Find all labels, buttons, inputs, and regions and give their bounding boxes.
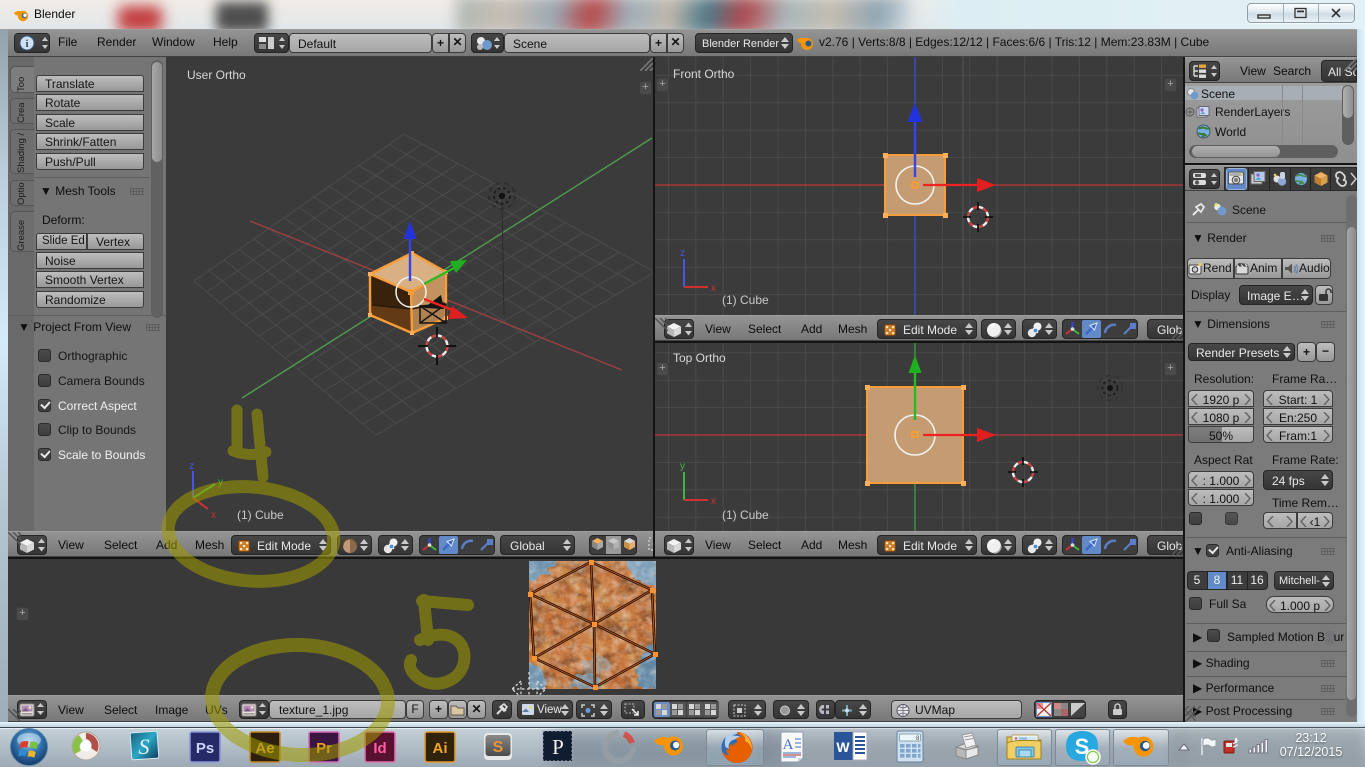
svg-text:x: x <box>711 283 716 294</box>
svg-text:x: x <box>211 510 216 521</box>
svg-text:Ps: Ps <box>196 740 214 757</box>
svg-text:y: y <box>218 477 223 488</box>
svg-text:z: z <box>189 461 194 472</box>
svg-text:P: P <box>552 735 564 759</box>
svg-text:y: y <box>680 461 685 472</box>
svg-text:W: W <box>836 739 850 755</box>
svg-text:Pr: Pr <box>316 740 332 757</box>
svg-text:S: S <box>139 734 150 759</box>
svg-text:i: i <box>25 38 28 50</box>
svg-text:Ai: Ai <box>433 740 448 757</box>
svg-text:A: A <box>783 737 794 753</box>
svg-text:x: x <box>711 496 716 507</box>
svg-text:S: S <box>493 739 504 756</box>
svg-text:z: z <box>680 248 685 259</box>
svg-text:Ae: Ae <box>255 740 274 757</box>
svg-text:Id: Id <box>373 740 386 757</box>
